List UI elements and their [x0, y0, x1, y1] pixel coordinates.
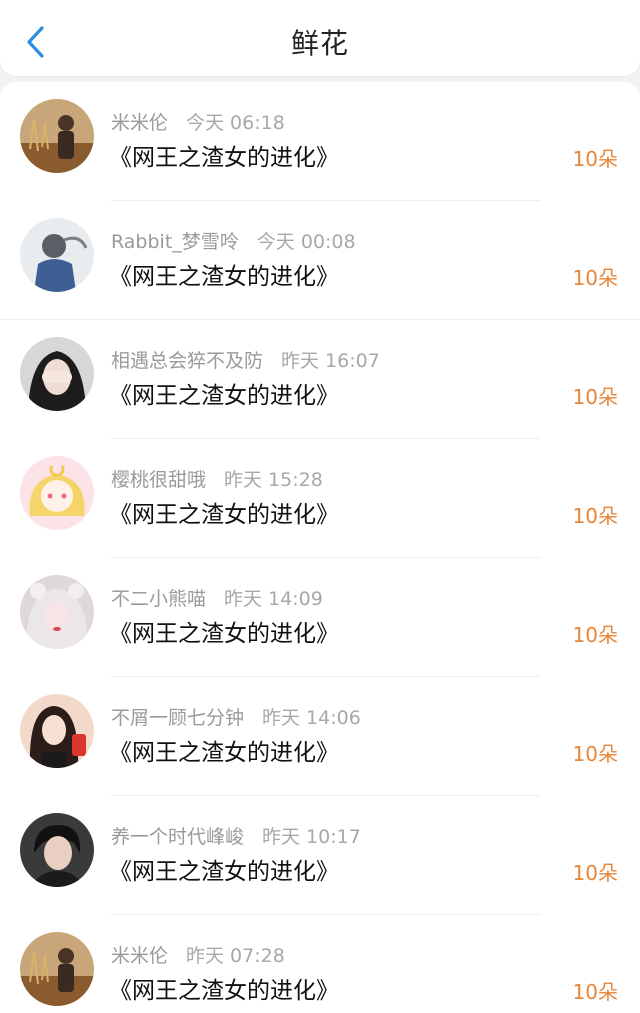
user-name[interactable]: 米米伦 — [111, 112, 168, 134]
list-item[interactable]: 米米伦 今天 06:18 《网王之渣女的进化》 10朵 — [0, 82, 640, 201]
timestamp: 昨天 14:09 — [224, 588, 323, 610]
item-meta: 养一个时代峰峻 昨天 10:17 — [111, 822, 361, 849]
item-meta: 米米伦 昨天 07:28 — [111, 941, 285, 968]
item-meta: 不屑一顾七分钟 昨天 14:06 — [111, 703, 361, 730]
book-title[interactable]: 《网王之渣女的进化》 — [109, 257, 339, 291]
nav-bar: 鲜花 — [0, 0, 640, 76]
list-item[interactable]: Rabbit_梦雪呤 今天 00:08 《网王之渣女的进化》 10朵 — [0, 201, 640, 320]
timestamp: 昨天 15:28 — [224, 469, 323, 491]
timestamp: 昨天 10:17 — [262, 826, 361, 848]
user-name[interactable]: 相遇总会猝不及防 — [111, 350, 263, 372]
user-name[interactable]: 不屑一顾七分钟 — [111, 707, 244, 729]
list-item[interactable]: 米米伦 昨天 07:28 《网王之渣女的进化》 10朵 — [0, 915, 640, 1013]
book-title[interactable]: 《网王之渣女的进化》 — [109, 971, 339, 1005]
flower-list: 米米伦 今天 06:18 《网王之渣女的进化》 10朵 Rabbit_梦雪呤 今天 … — [0, 82, 640, 1013]
timestamp: 昨天 14:06 — [262, 707, 361, 729]
avatar[interactable] — [20, 337, 94, 411]
flower-count: 10朵 — [572, 980, 618, 1004]
user-name[interactable]: 米米伦 — [111, 945, 168, 967]
book-title[interactable]: 《网王之渣女的进化》 — [109, 138, 339, 172]
avatar[interactable] — [20, 575, 94, 649]
flower-count: 10朵 — [572, 504, 618, 528]
item-meta: 相遇总会猝不及防 昨天 16:07 — [111, 346, 380, 373]
list-item[interactable]: 不二小熊喵 昨天 14:09 《网王之渣女的进化》 10朵 — [0, 558, 640, 677]
list-item[interactable]: 养一个时代峰峻 昨天 10:17 《网王之渣女的进化》 10朵 — [0, 796, 640, 915]
avatar[interactable] — [20, 456, 94, 530]
timestamp: 昨天 07:28 — [186, 945, 285, 967]
avatar[interactable] — [20, 218, 94, 292]
avatar[interactable] — [20, 932, 94, 1006]
item-meta: Rabbit_梦雪呤 今天 00:08 — [111, 227, 356, 254]
flower-count: 10朵 — [572, 266, 618, 290]
timestamp: 昨天 16:07 — [281, 350, 380, 372]
item-meta: 不二小熊喵 昨天 14:09 — [111, 584, 323, 611]
list-item[interactable]: 不屑一顾七分钟 昨天 14:06 《网王之渣女的进化》 10朵 — [0, 677, 640, 796]
avatar[interactable] — [20, 694, 94, 768]
book-title[interactable]: 《网王之渣女的进化》 — [109, 614, 339, 648]
list-item[interactable]: 相遇总会猝不及防 昨天 16:07 《网王之渣女的进化》 10朵 — [0, 320, 640, 439]
flower-count: 10朵 — [572, 742, 618, 766]
book-title[interactable]: 《网王之渣女的进化》 — [109, 852, 339, 886]
user-name[interactable]: 樱桃很甜哦 — [111, 469, 206, 491]
flower-count: 10朵 — [572, 147, 618, 171]
list-item[interactable]: 樱桃很甜哦 昨天 15:28 《网王之渣女的进化》 10朵 — [0, 439, 640, 558]
flower-count: 10朵 — [572, 623, 618, 647]
item-meta: 樱桃很甜哦 昨天 15:28 — [111, 465, 323, 492]
user-name[interactable]: 不二小熊喵 — [111, 588, 206, 610]
timestamp: 今天 06:18 — [186, 112, 285, 134]
page-title: 鲜花 — [290, 27, 349, 60]
flower-count: 10朵 — [572, 861, 618, 885]
book-title[interactable]: 《网王之渣女的进化》 — [109, 733, 339, 767]
timestamp: 今天 00:08 — [256, 231, 356, 253]
book-title[interactable]: 《网王之渣女的进化》 — [109, 376, 339, 410]
avatar[interactable] — [20, 99, 94, 173]
avatar[interactable] — [20, 813, 94, 887]
book-title[interactable]: 《网王之渣女的进化》 — [109, 495, 339, 529]
item-meta: 米米伦 今天 06:18 — [111, 108, 285, 135]
user-name[interactable]: Rabbit_梦雪呤 — [111, 231, 239, 253]
flower-count: 10朵 — [572, 385, 618, 409]
user-name[interactable]: 养一个时代峰峻 — [111, 826, 244, 848]
